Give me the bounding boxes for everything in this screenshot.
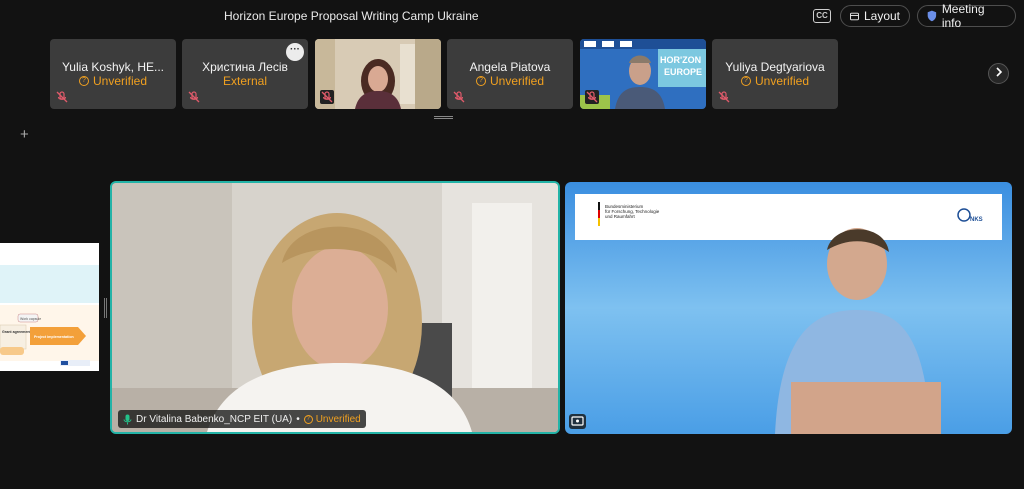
strip-resize-handle[interactable] (434, 116, 453, 119)
mic-muted-icon (453, 91, 465, 103)
participant-status: ? Unverified (50, 74, 176, 88)
participant-name: Yulia Koshyk, HE... (61, 60, 165, 74)
unverified-icon: ? (303, 414, 313, 424)
ministry-line-3: und Raumfahrt (605, 214, 636, 219)
unverified-icon: ? (78, 76, 89, 86)
slide-top-label: Work capsule (20, 317, 41, 321)
participant-name: Angela Piatova (469, 60, 551, 74)
participant-status: ? Unverified (712, 74, 838, 88)
participant-tile[interactable]: ··· Христина Лесів External (182, 39, 308, 109)
participant-status-label: Unverified (489, 74, 545, 88)
chevron-right-icon (995, 67, 1002, 77)
participant-status-label: External (222, 74, 268, 88)
speaker-name: Dr Vitalina Babenko_NCP EIT (UA) (136, 413, 293, 425)
speaker-video-frame (112, 183, 558, 432)
separator-dot: • (296, 413, 300, 425)
slide-content: Work capsule Grant agreement preparation… (0, 243, 99, 371)
mic-muted-icon (320, 90, 334, 104)
mic-active-icon (123, 414, 132, 424)
mic-muted-icon (585, 90, 599, 104)
unverified-icon: ? (740, 76, 751, 86)
mic-muted-icon (718, 91, 730, 103)
shared-screen-video[interactable]: Bundesministerium für Forschung, Technol… (565, 182, 1012, 434)
pane-resize-handle[interactable] (104, 298, 107, 318)
meeting-title: Horizon Europe Proposal Writing Camp Ukr… (224, 9, 479, 23)
participant-tile[interactable]: Yulia Koshyk, HE... ? Unverified (50, 39, 176, 109)
active-speaker-video[interactable]: Dr Vitalina Babenko_NCP EIT (UA) • ? Unv… (110, 181, 560, 434)
meeting-info-label: Meeting info (941, 2, 985, 30)
strip-next-button[interactable] (988, 63, 1009, 84)
speaker-status: ? Unverified (303, 413, 361, 425)
participant-video-tile[interactable]: HOR'ZON EUROPE (580, 39, 706, 109)
participant-name: Христина Лесів (202, 60, 288, 74)
meeting-info-button[interactable]: Meeting info (917, 2, 1016, 30)
svg-text:EUROPE: EUROPE (664, 67, 702, 77)
speaker-name-tag: Dr Vitalina Babenko_NCP EIT (UA) • ? Unv… (118, 410, 366, 428)
participant-status-label: Unverified (92, 74, 148, 88)
captions-button[interactable]: CC (813, 9, 831, 23)
participant-tile[interactable]: Angela Piatova ? Unverified (447, 39, 573, 109)
screen-share-icon (569, 414, 586, 429)
participant-name: Yuliya Degtyariova (725, 60, 825, 74)
horizon-europe-banner: HOR'ZON (660, 55, 701, 65)
layout-icon (850, 12, 859, 20)
shared-slide-preview[interactable]: Work capsule Grant agreement preparation… (0, 243, 99, 371)
mic-muted-icon (56, 91, 68, 103)
more-options-button[interactable]: ··· (286, 43, 304, 61)
unverified-icon: ? (475, 76, 486, 86)
participant-status: External (182, 74, 308, 88)
participant-status-label: Unverified (754, 74, 810, 88)
shared-screen-frame: Bundesministerium für Forschung, Technol… (565, 182, 1012, 434)
participant-status: ? Unverified (447, 74, 573, 88)
mic-muted-icon (188, 91, 200, 103)
layout-button[interactable]: Layout (840, 5, 910, 27)
meeting-window: Horizon Europe Proposal Writing Camp Ukr… (0, 0, 1024, 489)
add-icon[interactable]: + (20, 126, 29, 143)
shield-icon (927, 10, 937, 22)
nks-logo-text: NKS (970, 217, 983, 223)
participant-video-tile[interactable] (315, 39, 441, 109)
speaker-status-label: Unverified (315, 413, 361, 425)
participant-tile[interactable]: Yuliya Degtyariova ? Unverified (712, 39, 838, 109)
layout-label: Layout (863, 9, 900, 23)
slide-box-project: Project implementation (34, 335, 74, 339)
